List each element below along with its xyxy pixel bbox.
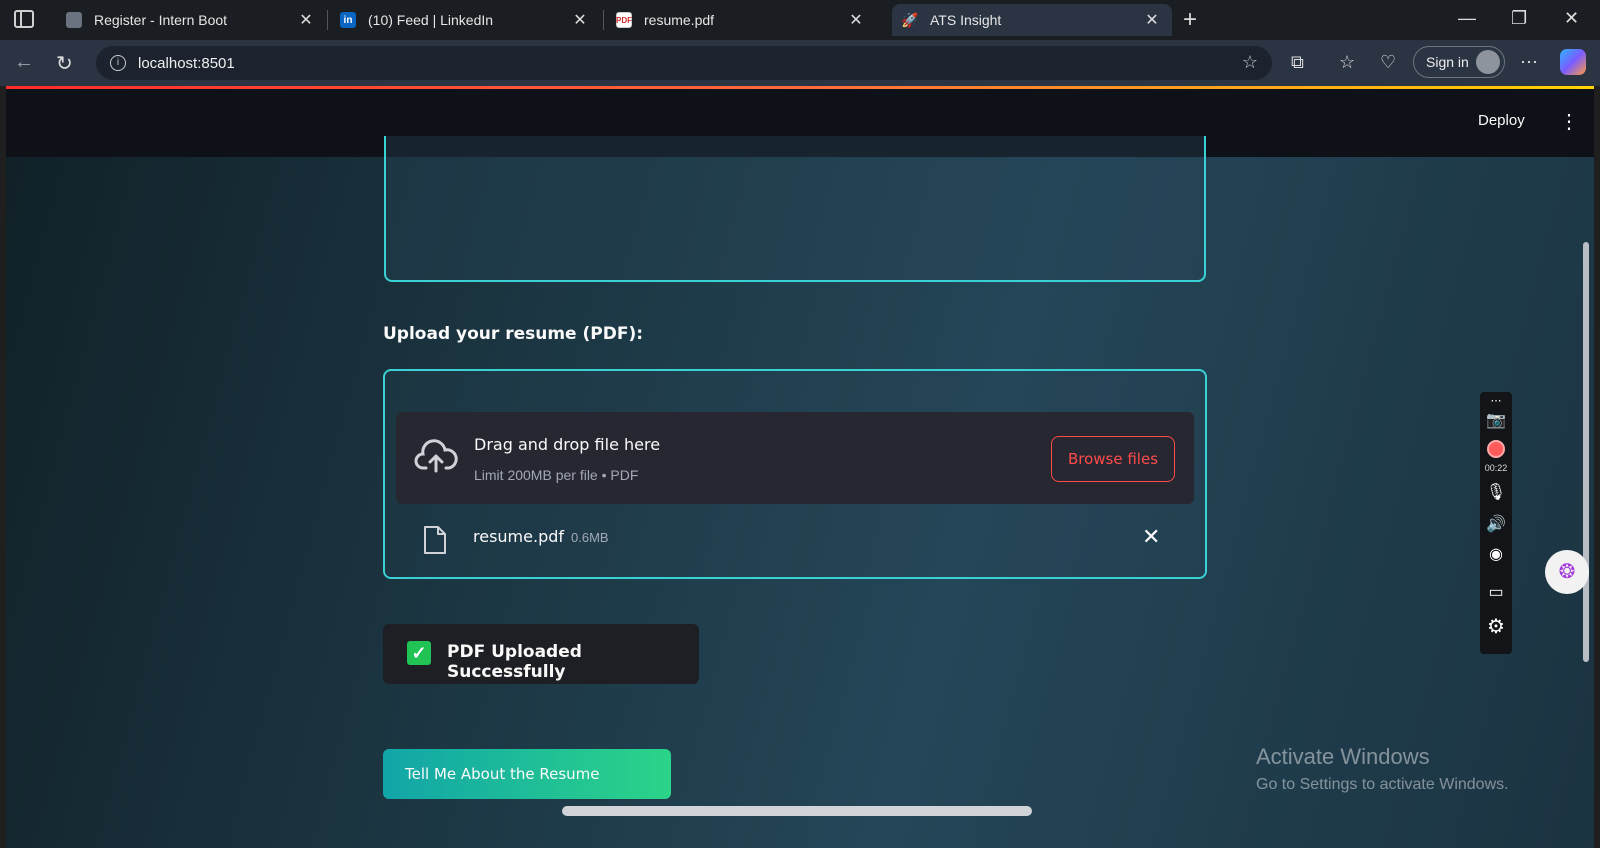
deploy-button[interactable]: Deploy xyxy=(1478,112,1525,129)
remove-file-icon[interactable]: ✕ xyxy=(1142,524,1160,550)
tab-label: Register - Intern Boot xyxy=(94,12,228,28)
tab-divider xyxy=(327,10,328,30)
tab-label: (10) Feed | LinkedIn xyxy=(368,12,494,28)
close-icon[interactable]: ✕ xyxy=(846,10,866,30)
back-icon[interactable]: ← xyxy=(14,51,34,74)
activate-windows-title: Activate Windows xyxy=(1256,744,1430,769)
app-viewport: Deploy ⋮ Upload your resume (PDF): Drag … xyxy=(6,86,1594,848)
cloud-upload-icon xyxy=(414,439,458,473)
file-icon xyxy=(424,526,446,554)
extensions-icon[interactable]: ⧉ xyxy=(1291,52,1304,73)
close-icon[interactable]: ✕ xyxy=(1142,10,1162,30)
recorder-options-icon[interactable]: ⋯ xyxy=(1480,394,1512,407)
sign-in-button[interactable]: Sign in xyxy=(1413,46,1505,78)
minimize-icon[interactable]: — xyxy=(1458,8,1476,29)
document-icon xyxy=(66,12,82,28)
upload-label: Upload your resume (PDF): xyxy=(383,324,644,344)
pdf-icon: PDF xyxy=(616,12,632,28)
browser-essentials-icon[interactable]: ♡ xyxy=(1380,52,1396,73)
record-icon[interactable] xyxy=(1487,440,1505,458)
rocket-icon: 🚀 xyxy=(901,11,919,28)
more-options-icon[interactable]: ⋯ xyxy=(1520,52,1538,73)
reload-icon[interactable]: ↻ xyxy=(56,51,73,76)
webcam-icon[interactable]: ◉ xyxy=(1480,544,1512,564)
uploaded-file-size: 0.6MB xyxy=(571,530,609,545)
success-message: PDF Uploaded Successfully xyxy=(447,642,582,682)
main-menu-icon[interactable]: ⋮ xyxy=(1559,109,1579,134)
site-info-icon[interactable]: i xyxy=(110,55,126,71)
browser-tab-bar: Register - Intern Boot ✕ in (10) Feed | … xyxy=(0,0,1600,40)
screen-icon[interactable]: ▭ xyxy=(1480,582,1512,602)
sign-in-label: Sign in xyxy=(1426,54,1469,70)
tab-divider xyxy=(603,10,604,30)
job-description-textarea[interactable] xyxy=(384,136,1206,282)
uploaded-file-name: resume.pdf xyxy=(473,527,565,546)
linkedin-icon: in xyxy=(340,12,356,28)
success-alert: ✓ PDF Uploaded Successfully xyxy=(383,624,699,684)
new-tab-button[interactable]: + xyxy=(1183,6,1197,34)
dropzone-title: Drag and drop file here xyxy=(474,435,661,454)
camera-icon[interactable]: 📷 xyxy=(1480,410,1512,430)
browser-toolbar: ← ↻ i localhost:8501 ☆ ⧉ ☆ ♡ Sign in ⋯ xyxy=(0,40,1600,86)
brain-assistant-icon[interactable]: ❂ xyxy=(1545,550,1589,594)
close-icon[interactable]: ✕ xyxy=(570,10,590,30)
vertical-scrollbar[interactable] xyxy=(1583,242,1589,662)
file-uploader: Drag and drop file here Limit 200MB per … xyxy=(383,369,1207,579)
copilot-icon[interactable] xyxy=(1560,49,1586,75)
tab-label: ATS Insight xyxy=(930,12,1002,28)
recording-timer: 00:22 xyxy=(1484,463,1508,473)
restore-icon[interactable]: ❐ xyxy=(1511,8,1527,29)
avatar xyxy=(1476,50,1500,74)
tab-ats-insight[interactable]: 🚀 ATS Insight ✕ xyxy=(892,4,1172,36)
close-icon[interactable]: ✕ xyxy=(296,10,316,30)
activate-windows-subtitle: Go to Settings to activate Windows. xyxy=(1256,776,1509,793)
address-bar[interactable]: i localhost:8501 ☆ xyxy=(96,46,1272,80)
tab-linkedin[interactable]: in (10) Feed | LinkedIn ✕ xyxy=(330,4,600,36)
browse-files-button[interactable]: Browse files xyxy=(1051,436,1175,482)
tab-resume-pdf[interactable]: PDF resume.pdf ✕ xyxy=(606,4,876,36)
horizontal-scrollbar[interactable] xyxy=(562,806,1032,816)
microphone-icon[interactable]: 🎙 xyxy=(1480,482,1512,502)
tell-me-about-resume-button[interactable]: Tell Me About the Resume xyxy=(383,749,671,799)
favorite-star-icon[interactable]: ☆ xyxy=(1242,52,1258,73)
recorder-toolbar: ⋯ 📷 00:22 🎙 🔊 ◉ ▭ ⚙ xyxy=(1480,392,1512,654)
checkmark-icon: ✓ xyxy=(407,641,431,665)
tab-actions-icon[interactable] xyxy=(14,10,34,28)
settings-icon[interactable]: ⚙ xyxy=(1480,614,1512,639)
close-window-icon[interactable]: ✕ xyxy=(1564,8,1579,29)
dropzone[interactable]: Drag and drop file here Limit 200MB per … xyxy=(396,412,1194,504)
speaker-icon[interactable]: 🔊 xyxy=(1480,514,1512,534)
dropzone-limit: Limit 200MB per file • PDF xyxy=(474,467,639,483)
favorites-icon[interactable]: ☆ xyxy=(1339,52,1355,73)
tab-register[interactable]: Register - Intern Boot ✕ xyxy=(56,4,326,36)
tab-label: resume.pdf xyxy=(644,12,715,28)
url-text: localhost:8501 xyxy=(138,54,235,72)
